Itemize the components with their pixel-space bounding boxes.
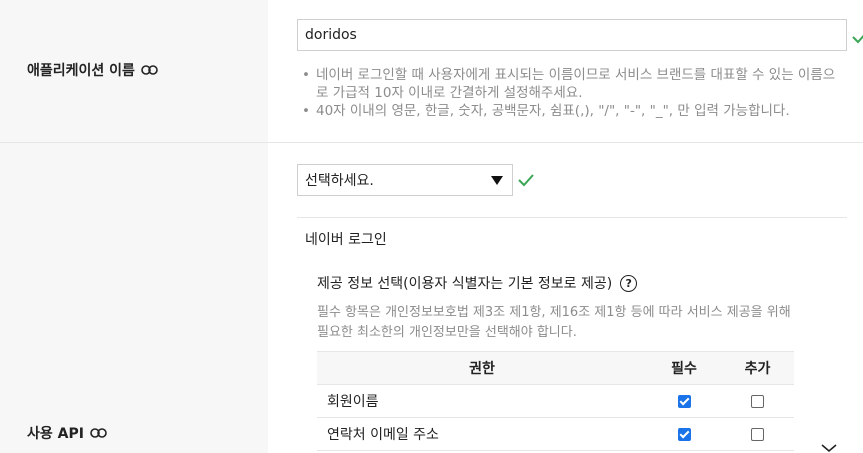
checkmark-icon bbox=[518, 174, 534, 187]
info-title-text: 제공 정보 선택(이용자 식별자는 기본 정보로 제공) bbox=[317, 276, 613, 292]
additional-checkbox[interactable] bbox=[751, 427, 764, 441]
required-checkbox[interactable] bbox=[677, 427, 691, 441]
info-title: 제공 정보 선택(이용자 식별자는 기본 정보로 제공) ? bbox=[317, 273, 638, 293]
table-row: 연락처 이메일 주소 bbox=[317, 417, 794, 451]
permission-name: 연락처 이메일 주소 bbox=[317, 417, 647, 451]
api-label: 사용 API bbox=[27, 423, 107, 443]
checkmark-icon bbox=[852, 34, 863, 44]
hint-item: 네이버 로그인할 때 사용자에게 표시되는 이름이므로 서비스 브랜드를 대표할… bbox=[302, 66, 842, 102]
permission-name: 회원이름 bbox=[317, 384, 647, 418]
dropdown-arrow-icon bbox=[491, 176, 503, 185]
hint-item: 40자 이내의 영문, 한글, 숫자, 공백문자, 쉼표(,), "/", "-… bbox=[302, 102, 842, 120]
app-name-hints: 네이버 로그인할 때 사용자에게 표시되는 이름이므로 서비스 브랜드를 대표할… bbox=[302, 66, 842, 120]
link-icon[interactable] bbox=[90, 428, 107, 438]
header-required: 필수 bbox=[647, 351, 721, 385]
app-name-label-text: 애플리케이션 이름 bbox=[27, 63, 135, 79]
app-name-label: 애플리케이션 이름 bbox=[27, 60, 158, 80]
permission-table: 권한 필수 추가 회원이름 연락처 이메일 주소 bbox=[317, 351, 794, 451]
chevron-down-icon[interactable] bbox=[820, 442, 838, 453]
section-title: 네이버 로그인 bbox=[305, 232, 387, 248]
header-additional: 추가 bbox=[721, 351, 794, 385]
link-icon[interactable] bbox=[141, 65, 158, 75]
api-label-text: 사용 API bbox=[27, 426, 84, 442]
table-header-row: 권한 필수 추가 bbox=[317, 351, 794, 385]
additional-checkbox[interactable] bbox=[751, 394, 764, 408]
api-select-value: 선택하세요. bbox=[305, 173, 374, 189]
table-row: 회원이름 bbox=[317, 384, 794, 418]
required-checkbox[interactable] bbox=[677, 394, 691, 408]
header-permission: 권한 bbox=[317, 351, 647, 385]
app-name-input[interactable] bbox=[297, 19, 847, 51]
section-divider bbox=[297, 217, 847, 218]
info-description: 필수 항목은 개인정보보호법 제3조 제1항, 제16조 제1항 등에 따라 서… bbox=[317, 305, 791, 340]
row-divider bbox=[0, 142, 863, 143]
help-circle-icon[interactable]: ? bbox=[620, 274, 638, 292]
api-select[interactable]: 선택하세요. bbox=[297, 164, 513, 196]
